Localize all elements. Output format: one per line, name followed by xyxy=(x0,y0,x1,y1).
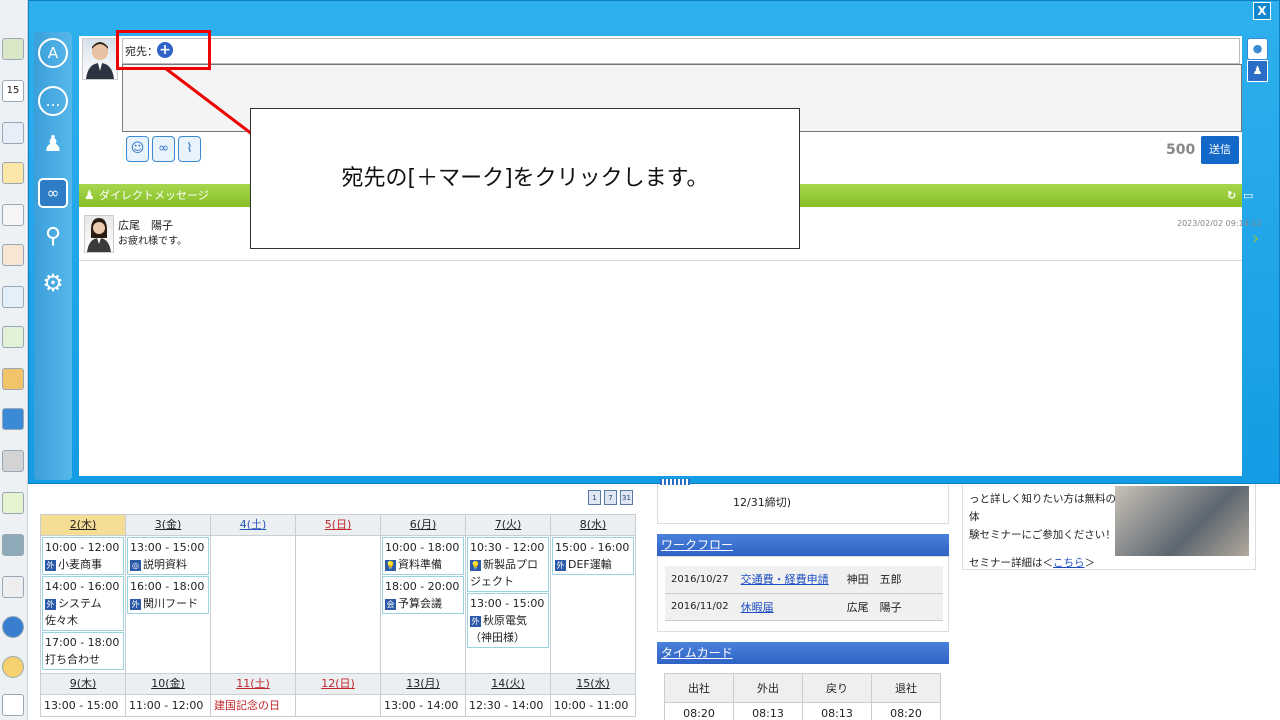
instruction-callout: 宛先の[＋マーク]をクリックします。 xyxy=(250,108,800,249)
highlight-box xyxy=(116,30,211,70)
